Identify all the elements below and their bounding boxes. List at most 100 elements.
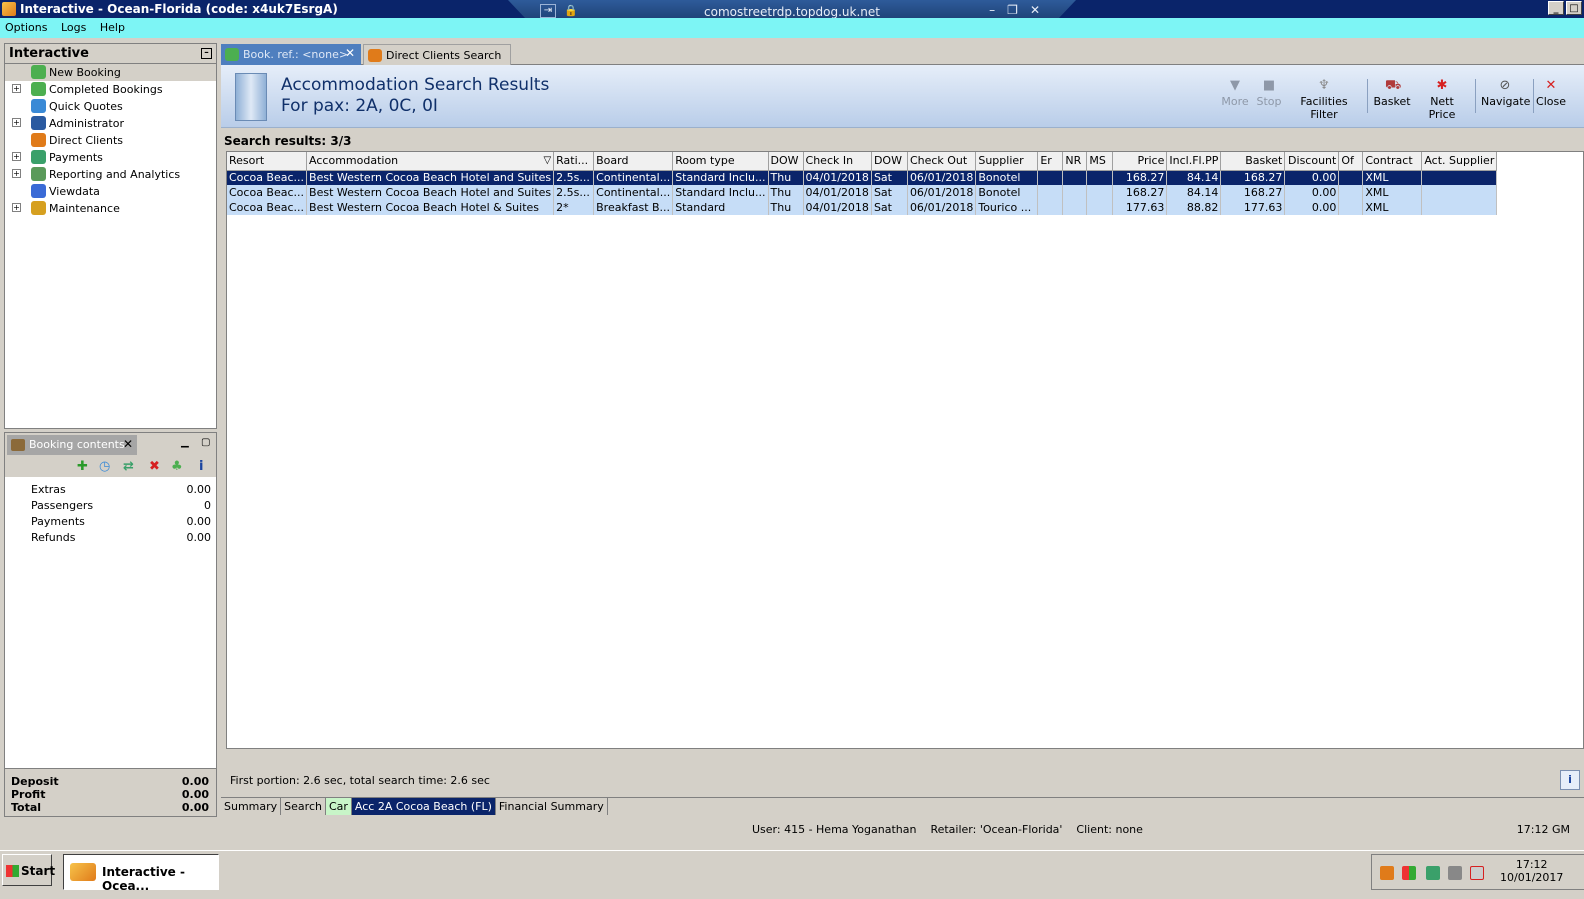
table-cell: Sat — [871, 200, 908, 215]
column-header[interactable]: Room type — [672, 152, 769, 171]
window-title: Interactive - Ocean-Florida (code: x4uk7… — [20, 2, 338, 16]
table-cell: Bonotel — [975, 185, 1039, 200]
more-button[interactable]: ▼ More — [1221, 79, 1249, 109]
menu-options[interactable]: Options — [0, 18, 52, 37]
nav-item-label: Administrator — [49, 117, 124, 130]
navigate-button[interactable]: ⊘ Navigate — [1481, 79, 1530, 109]
nav-item-new-booking[interactable]: New Booking — [5, 64, 216, 81]
table-row[interactable]: Cocoa Beac... Best Western Cocoa Beach Ho… — [227, 200, 1498, 215]
close-icon[interactable]: ✕ — [123, 437, 133, 451]
tab-booking-ref[interactable]: Book. ref.: <none> ✕ — [221, 44, 361, 65]
nett-price-button[interactable]: ✱ Nett Price — [1417, 79, 1467, 122]
table-cell: Best Western Cocoa Beach Hotel & Suites — [306, 200, 555, 215]
column-header[interactable]: Of — [1338, 152, 1364, 171]
add-icon[interactable]: ✚ — [77, 459, 88, 474]
table-cell: Cocoa Beac... — [227, 200, 308, 215]
menu-logs[interactable]: Logs — [56, 18, 91, 37]
navigator-title: Interactive — [9, 46, 89, 61]
column-header[interactable]: Supplier — [975, 152, 1039, 171]
expand-icon[interactable]: + — [12, 203, 21, 212]
column-header[interactable]: Basket — [1220, 152, 1286, 171]
filter-icon[interactable]: ▽ — [543, 155, 551, 166]
column-header[interactable]: Accommodation ▽ — [306, 152, 555, 171]
collapse-icon[interactable]: – — [201, 48, 212, 59]
table-row[interactable]: Cocoa Beac... Best Western Cocoa Beach Ho… — [227, 170, 1498, 185]
expand-icon[interactable]: + — [12, 152, 21, 161]
globe-icon — [31, 184, 46, 198]
windows-logo-icon — [6, 865, 19, 877]
bottom-tab[interactable]: Car — [325, 798, 352, 815]
column-header[interactable]: Rati... — [553, 152, 595, 171]
taskbar-app-interactive[interactable]: Interactive - Ocea... — [63, 854, 219, 893]
expand-icon[interactable]: + — [12, 169, 21, 178]
table-cell: 168.27 — [1112, 185, 1168, 200]
table-cell: 168.27 — [1220, 170, 1286, 185]
column-header[interactable]: Resort — [227, 152, 308, 171]
nav-item-quick-quotes[interactable]: Quick Quotes — [5, 98, 216, 115]
clock[interactable]: 17:12 10/01/2017 — [1500, 858, 1563, 884]
bottom-tab[interactable]: Acc 2A Cocoa Beach (FL) — [351, 798, 496, 815]
windows-icon[interactable] — [1402, 866, 1416, 880]
column-header[interactable]: Board — [593, 152, 674, 171]
delete-icon[interactable]: ✖ — [149, 459, 160, 474]
column-header[interactable]: Contract — [1362, 152, 1423, 171]
column-header[interactable]: Act. Supplier — [1421, 152, 1498, 171]
total-label: Profit — [11, 788, 46, 801]
info-icon[interactable]: i — [199, 459, 203, 474]
column-header[interactable]: Discount — [1284, 152, 1340, 171]
bottom-tab[interactable]: Search — [281, 798, 326, 815]
rdp-minimize-button[interactable]: – — [989, 3, 995, 17]
column-header[interactable]: Check Out — [907, 152, 977, 171]
nav-item-maintenance[interactable]: + Maintenance — [5, 200, 216, 217]
stop-button[interactable]: ■ Stop — [1255, 79, 1283, 109]
volume-muted-icon[interactable] — [1470, 866, 1484, 880]
column-header[interactable]: Price — [1112, 152, 1168, 171]
expand-icon[interactable]: + — [12, 84, 21, 93]
bottom-tab[interactable]: Summary — [221, 798, 282, 815]
close-tab-icon[interactable]: ✕ — [345, 46, 355, 60]
nav-item-label: Quick Quotes — [49, 100, 123, 113]
column-header[interactable]: DOW — [871, 152, 908, 171]
menu-help[interactable]: Help — [95, 18, 130, 37]
nav-item-reporting-and-analytics[interactable]: + Reporting and Analytics — [5, 166, 216, 183]
column-header[interactable]: Incl.Fl.PP — [1166, 152, 1222, 171]
close-window-button[interactable]: □ — [1566, 1, 1582, 15]
column-header[interactable]: DOW — [768, 152, 804, 171]
facilities-filter-button[interactable]: ♆ Facilities Filter — [1289, 79, 1359, 122]
table-cell: Best Western Cocoa Beach Hotel and Suite… — [306, 185, 555, 200]
transfer-icon[interactable]: ⇄ — [123, 459, 134, 474]
table-cell: Continental... — [593, 170, 674, 185]
network-icon[interactable] — [1426, 866, 1440, 880]
column-header[interactable]: MS — [1086, 152, 1114, 171]
basket-button[interactable]: ⛟ Basket — [1373, 79, 1411, 109]
maximize-panel-icon[interactable]: ▢ — [201, 437, 210, 448]
expand-icon[interactable]: + — [12, 118, 21, 127]
palm-tree-icon[interactable]: ♣ — [171, 459, 183, 474]
total-value: 0.00 — [181, 801, 209, 814]
tab-direct-clients-search[interactable]: Direct Clients Search — [363, 44, 511, 65]
nav-item-administrator[interactable]: + Administrator — [5, 115, 216, 132]
table-cell — [1062, 170, 1088, 185]
nav-item-direct-clients[interactable]: Direct Clients — [5, 132, 216, 149]
info-button[interactable]: i — [1560, 770, 1580, 790]
nav-item-completed-bookings[interactable]: + Completed Bookings — [5, 81, 216, 98]
column-header[interactable]: NR — [1062, 152, 1088, 171]
rdp-restore-button[interactable]: ❐ — [1007, 3, 1018, 17]
total-value: 0.00 — [181, 788, 209, 801]
column-header[interactable]: Er — [1037, 152, 1064, 171]
bottom-tab[interactable]: Financial Summary — [496, 798, 608, 815]
nav-item-payments[interactable]: + Payments — [5, 149, 216, 166]
booking-contents-tab[interactable]: Booking contents ✕ — [7, 435, 137, 455]
column-header[interactable]: Check In — [803, 152, 872, 171]
clock-icon[interactable]: ◷ — [99, 459, 110, 474]
start-button[interactable]: Start — [2, 854, 55, 886]
tray-app-icon[interactable] — [1380, 866, 1394, 880]
rdp-close-button[interactable]: ✕ — [1030, 3, 1040, 17]
monitor-icon[interactable] — [1448, 866, 1462, 880]
table-row[interactable]: Cocoa Beac... Best Western Cocoa Beach Ho… — [227, 185, 1498, 200]
minimize-panel-icon[interactable]: ▁ — [181, 437, 189, 448]
close-results-button[interactable]: ✕ Close — [1535, 79, 1567, 109]
table-cell: Cocoa Beac... — [227, 170, 308, 185]
minimize-button[interactable]: _ — [1548, 1, 1564, 15]
nav-item-viewdata[interactable]: Viewdata — [5, 183, 216, 200]
